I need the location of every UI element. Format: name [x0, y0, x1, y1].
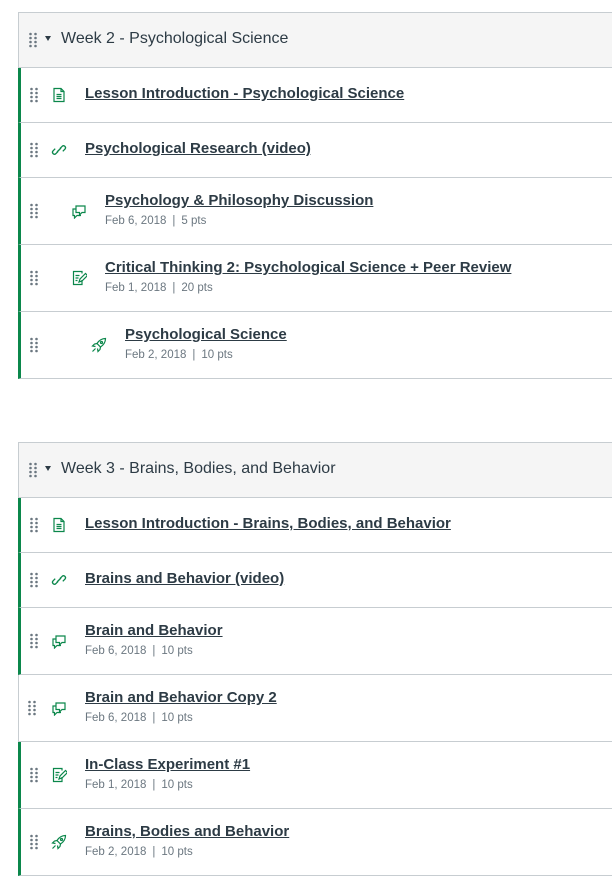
drag-handle-icon[interactable] — [29, 633, 39, 654]
item-title-link[interactable]: Psychology & Philosophy Discussion — [105, 192, 373, 209]
points: 10 pts — [201, 349, 233, 361]
module-item: Psychological Science Feb 2, 2018 | 10 pts — [18, 312, 612, 379]
assignment-icon — [71, 270, 89, 286]
meta-separator: | — [172, 282, 176, 294]
module-item: Lesson Introduction - Brains, Bodies, an… — [18, 498, 612, 553]
item-title-link[interactable]: Brain and Behavior — [85, 622, 223, 639]
item-title-link[interactable]: Critical Thinking 2: Psychological Scien… — [105, 259, 511, 276]
drag-handle-icon[interactable] — [27, 700, 37, 721]
due-date: Feb 1, 2018 — [85, 779, 147, 791]
discussion-icon — [51, 700, 67, 717]
item-title-link[interactable]: Psychological Science — [125, 326, 287, 343]
item-details: Feb 6, 2018 | 10 pts — [85, 645, 193, 657]
module-item: Brain and Behavior Copy 2 Feb 6, 2018 | 10 … — [18, 675, 612, 742]
item-title-link[interactable]: Brains and Behavior (video) — [85, 570, 284, 587]
item-title-link[interactable]: Lesson Introduction - Psychological Scie… — [85, 85, 404, 102]
item-title-link[interactable]: Lesson Introduction - Brains, Bodies, an… — [85, 515, 451, 532]
module-item: Psychological Research (video) — [18, 123, 612, 178]
module-item: In-Class Experiment #1 Feb 1, 2018 | 10 pts — [18, 742, 612, 809]
due-date: Feb 1, 2018 — [105, 282, 167, 294]
drag-handle-icon[interactable] — [29, 767, 39, 788]
due-date: Feb 6, 2018 — [85, 712, 147, 724]
module-title: Week 3 - Brains, Bodies, and Behavior — [61, 460, 336, 477]
item-title-link[interactable]: Brain and Behavior Copy 2 — [85, 689, 277, 706]
drag-handle-icon[interactable] — [29, 834, 39, 855]
link-icon — [51, 572, 67, 588]
item-details: Feb 2, 2018 | 10 pts — [85, 846, 193, 858]
drag-handle-icon[interactable] — [29, 337, 39, 358]
points: 20 pts — [181, 282, 213, 294]
points: 10 pts — [161, 712, 193, 724]
item-details: Feb 2, 2018 | 10 pts — [125, 349, 233, 361]
module-item: Brain and Behavior Feb 6, 2018 | 10 pts — [18, 608, 612, 675]
discussion-icon — [51, 633, 67, 650]
item-details: Feb 1, 2018 | 10 pts — [85, 779, 193, 791]
meta-separator: | — [172, 215, 176, 227]
context-module: Week 2 - Psychological Science Lesson Int… — [18, 12, 612, 379]
drag-handle-icon[interactable] — [28, 462, 38, 483]
collapse-caret-icon[interactable] — [45, 466, 51, 471]
module-item: Brains and Behavior (video) — [18, 553, 612, 608]
due-date: Feb 6, 2018 — [85, 645, 147, 657]
meta-separator: | — [152, 645, 156, 657]
module-header[interactable]: Week 3 - Brains, Bodies, and Behavior — [19, 442, 612, 498]
drag-handle-icon[interactable] — [29, 87, 39, 108]
drag-handle-icon[interactable] — [28, 32, 38, 53]
context-module: Week 3 - Brains, Bodies, and Behavior Les… — [18, 442, 612, 876]
due-date: Feb 6, 2018 — [105, 215, 167, 227]
meta-separator: | — [192, 349, 196, 361]
points: 5 pts — [181, 215, 207, 227]
module-item: Critical Thinking 2: Psychological Scien… — [18, 245, 612, 312]
drag-handle-icon[interactable] — [29, 270, 39, 291]
module-item: Brains, Bodies and Behavior Feb 2, 2018 | 1… — [18, 809, 612, 876]
points: 10 pts — [161, 645, 193, 657]
drag-handle-icon[interactable] — [29, 142, 39, 163]
item-title-link[interactable]: Psychological Research (video) — [85, 140, 311, 157]
module-header[interactable]: Week 2 - Psychological Science — [19, 12, 612, 68]
drag-handle-icon[interactable] — [29, 517, 39, 538]
quiz-icon — [91, 337, 107, 353]
points: 10 pts — [161, 846, 193, 858]
assignment-icon — [51, 767, 69, 783]
page-icon — [51, 517, 67, 533]
item-title-link[interactable]: Brains, Bodies and Behavior — [85, 823, 289, 840]
meta-separator: | — [152, 846, 156, 858]
item-details: Feb 6, 2018 | 10 pts — [85, 712, 193, 724]
points: 10 pts — [161, 779, 193, 791]
module-item: Lesson Introduction - Psychological Scie… — [18, 68, 612, 123]
link-icon — [51, 142, 67, 158]
module-title: Week 2 - Psychological Science — [61, 30, 289, 47]
item-details: Feb 1, 2018 | 20 pts — [105, 282, 213, 294]
discussion-icon — [71, 203, 87, 220]
quiz-icon — [51, 834, 67, 850]
drag-handle-icon[interactable] — [29, 572, 39, 593]
due-date: Feb 2, 2018 — [125, 349, 187, 361]
item-title-link[interactable]: In-Class Experiment #1 — [85, 756, 250, 773]
meta-separator: | — [152, 712, 156, 724]
drag-handle-icon[interactable] — [29, 203, 39, 224]
due-date: Feb 2, 2018 — [85, 846, 147, 858]
meta-separator: | — [152, 779, 156, 791]
item-details: Feb 6, 2018 | 5 pts — [105, 215, 206, 227]
collapse-caret-icon[interactable] — [45, 36, 51, 41]
page-icon — [51, 87, 67, 103]
module-item: Psychology & Philosophy Discussion Feb 6,… — [18, 178, 612, 245]
